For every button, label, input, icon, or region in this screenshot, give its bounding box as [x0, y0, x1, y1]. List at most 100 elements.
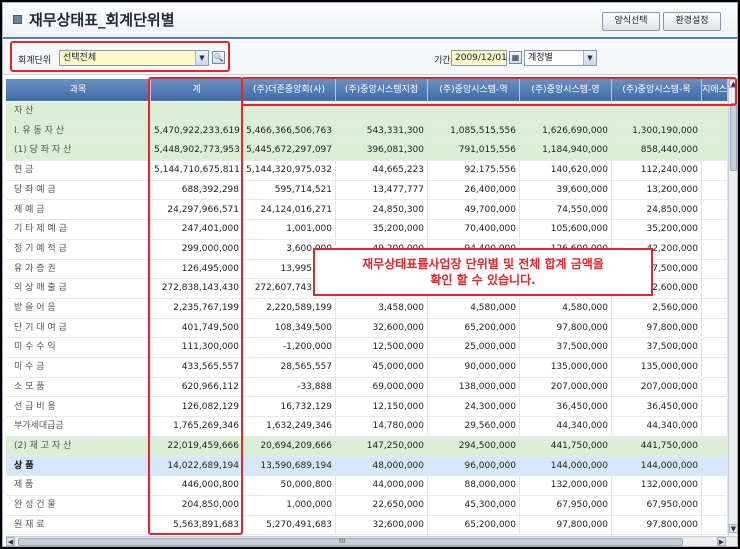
amount-cell: 5,270,491,683 — [243, 515, 336, 535]
amount-cell: 32,600,000 — [336, 515, 428, 535]
table-row[interactable]: (1) 당 좌 자 산 5,448,902,773,953 5,445,672,29… — [6, 141, 728, 162]
amount-cell: 1,626,690,000 — [520, 121, 612, 141]
amount-cell — [702, 299, 728, 318]
amount-cell: 543,331,300 — [336, 121, 428, 141]
unit-select[interactable]: 선택전체 ▼ — [59, 50, 209, 66]
amount-cell: 441,750,000 — [612, 436, 702, 456]
table-row[interactable]: 완 성 건 물 204,850,000 1,000,000 22,650,000 45,… — [6, 496, 728, 516]
column-header[interactable]: (주)중앙시스템-목 — [612, 79, 702, 101]
amount-cell: 12,500,000 — [336, 338, 428, 358]
amount-cell: 5,445,672,297,097 — [243, 141, 336, 161]
amount-cell: 35,200,000 — [612, 220, 702, 240]
amount-cell: 108,349,500 — [243, 318, 336, 338]
calendar-icon[interactable]: ▦ — [509, 51, 522, 64]
amount-cell: 92,175,556 — [428, 161, 520, 181]
amount-cell: 1,085,515,556 — [428, 121, 520, 141]
amount-cell: 144,000,000 — [520, 456, 612, 476]
table-row[interactable]: 제 품 446,000,800 50,000,800 44,000,000 88,000… — [6, 476, 728, 496]
account-cell: 원 재 료 — [6, 515, 151, 535]
table-row[interactable]: 제 예 금 24,297,966,571 24,124,016,271 24,850,… — [6, 200, 728, 221]
amount-cell: 44,340,000 — [612, 417, 702, 437]
table-row[interactable]: Ⅰ. 유 동 자 산 5,470,922,233,619 5,466,366,506… — [6, 121, 728, 142]
table-row[interactable]: (2) 재 고 자 산 22,019,459,666 20,694,209,666 1… — [6, 436, 728, 457]
amount-cell: 1,300,190,000 — [612, 121, 702, 141]
vertical-scroll-thumb[interactable] — [730, 103, 737, 171]
amount-cell: 28,565,557 — [243, 358, 336, 378]
chevron-down-icon[interactable]: ▼ — [195, 51, 208, 65]
amount-cell: 105,600,000 — [520, 220, 612, 240]
balance-sheet-grid: 과목 계 (주)더존중앙회(사) (주)중앙시스템지점 (주)중앙시스템-역 (주)중앙시… — [6, 79, 728, 535]
table-row[interactable]: 소 모 품 620,966,112 -33,888 69,000,000 138,000… — [6, 377, 728, 398]
amount-cell: 5,470,922,233,619 — [151, 121, 243, 141]
column-header[interactable]: 과목 — [6, 79, 151, 101]
table-row[interactable]: 상 품 14,022,689,194 13,590,689,194 48,000,00… — [6, 456, 728, 477]
amount-cell: 2,220,589,199 — [243, 299, 336, 318]
amount-cell: 126,082,129 — [151, 397, 243, 417]
amount-cell: 144,000,000 — [612, 456, 702, 476]
amount-cell — [702, 397, 728, 417]
settings-button[interactable]: 환경설정 — [663, 12, 721, 31]
scroll-down-icon[interactable]: ▼ — [729, 524, 737, 533]
column-header[interactable]: 지에스 — [702, 79, 728, 101]
account-cell: 제 품 — [6, 476, 151, 496]
search-icon[interactable]: 🔍 — [212, 51, 225, 64]
table-row[interactable]: 선 급 비 용 126,082,129 16,732,129 12,150,000 24… — [6, 397, 728, 418]
amount-cell — [702, 161, 728, 181]
column-header[interactable]: (주)더존중앙회(사) — [243, 79, 336, 101]
amount-cell: 16,732,129 — [243, 397, 336, 417]
table-row[interactable]: 자 산 — [6, 102, 728, 122]
horizontal-scrollbar[interactable]: ◀ III ▶ — [6, 536, 737, 546]
chevron-down-icon[interactable]: ▼ — [583, 51, 596, 65]
amount-cell — [702, 456, 728, 476]
account-cell: 당 좌 예 금 — [6, 180, 151, 200]
amount-cell: 44,000,000 — [336, 476, 428, 496]
amount-cell: 3,458,000 — [336, 299, 428, 318]
scroll-up-icon[interactable]: ▲ — [729, 79, 737, 88]
amount-cell — [336, 102, 428, 121]
account-cell: (2) 재 고 자 산 — [6, 436, 151, 456]
amount-cell — [702, 200, 728, 220]
horizontal-scroll-thumb[interactable]: III — [18, 537, 683, 546]
column-header[interactable]: (주)중앙시스템지점 — [336, 79, 428, 101]
amount-cell: 67,950,000 — [612, 496, 702, 515]
amount-cell: 44,340,000 — [520, 417, 612, 437]
amount-cell: 37,500,000 — [520, 338, 612, 358]
table-row[interactable]: 받 을 어 음 2,235,767,199 2,220,589,199 3,458,0… — [6, 299, 728, 319]
account-type-select[interactable]: 계정별 ▼ — [524, 50, 597, 66]
amount-cell: 97,800,000 — [612, 318, 702, 338]
scroll-left-icon[interactable]: ◀ — [6, 537, 15, 546]
amount-cell: 22,650,000 — [336, 496, 428, 515]
table-row[interactable]: 현 금 5,144,710,675,811 5,144,320,975,032 44,… — [6, 161, 728, 181]
scroll-right-icon[interactable]: ▶ — [717, 537, 726, 546]
style-select-button[interactable]: 양식선택 — [602, 12, 660, 31]
table-row[interactable]: 부가세대급금 1,765,269,346 1,632,249,346 14,780,0… — [6, 417, 728, 437]
amount-cell: 2,560,000 — [612, 299, 702, 318]
amount-cell — [702, 141, 728, 161]
amount-cell: 126,495,000 — [151, 259, 243, 279]
account-cell: (1) 당 좌 자 산 — [6, 141, 151, 161]
amount-cell: 70,400,000 — [428, 220, 520, 240]
amount-cell — [612, 102, 702, 121]
account-cell: 정 기 예 적 금 — [6, 239, 151, 259]
amount-cell — [702, 318, 728, 338]
table-row[interactable]: 단 기 대 여 금 401,749,500 108,349,500 32,600,00… — [6, 318, 728, 339]
table-row[interactable]: 원 재 료 5,563,891,683 5,270,491,683 32,600,00… — [6, 515, 728, 535]
amount-cell — [702, 259, 728, 279]
amount-cell: 858,440,000 — [612, 141, 702, 161]
amount-cell — [702, 496, 728, 515]
account-cell: 자 산 — [6, 102, 151, 121]
vertical-scrollbar[interactable]: ▲ ▼ — [728, 79, 737, 535]
table-row[interactable]: 당 좌 예 금 688,392,298 595,714,521 13,477,777 2… — [6, 180, 728, 201]
date-input[interactable]: 2009/12/01 — [451, 50, 507, 66]
column-header[interactable]: (주)중앙시스템-역 — [428, 79, 520, 101]
table-row[interactable]: 미 수 금 433,565,557 28,565,557 45,000,000 90,0… — [6, 358, 728, 378]
amount-cell: 45,300,000 — [428, 496, 520, 515]
table-row[interactable]: 미 수 수 익 111,300,000 -1,200,000 12,500,000 25… — [6, 338, 728, 359]
amount-cell: 446,000,800 — [151, 476, 243, 496]
amount-cell: 204,850,000 — [151, 496, 243, 515]
column-header[interactable]: 계 — [151, 79, 243, 101]
account-cell: 현 금 — [6, 161, 151, 181]
table-row[interactable]: 기 타 제 예 금 247,401,000 1,001,000 35,200,000 7… — [6, 220, 728, 240]
unit-select-value: 선택전체 — [63, 53, 97, 63]
column-header[interactable]: (주)중앙시스템-영 — [520, 79, 612, 101]
